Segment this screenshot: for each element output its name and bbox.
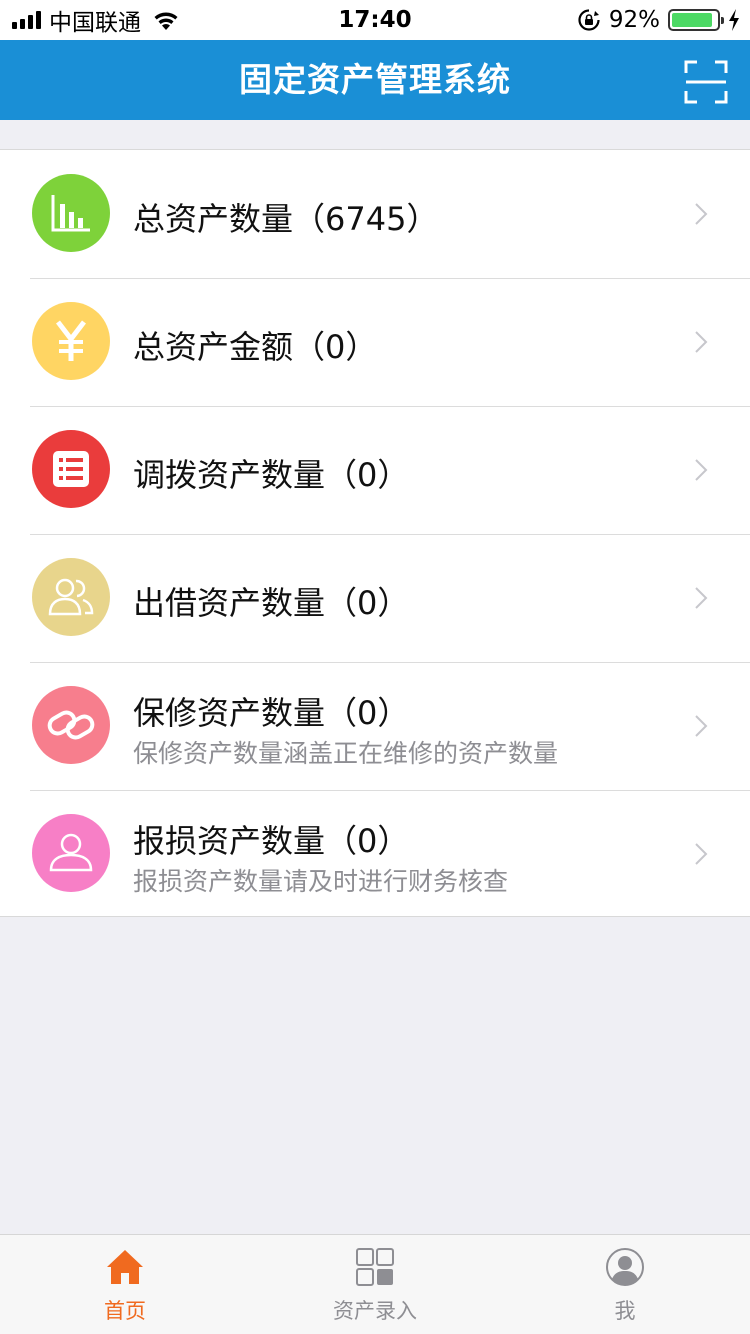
item-title: 总资产数量（6745） [133, 200, 439, 238]
grid-icon [356, 1248, 394, 1286]
asset-summary-list: 总资产数量（6745） 总资产金额（0） 调拨资产数量（0） 出借资产数量（0）… [0, 149, 750, 917]
profile-icon [606, 1248, 644, 1286]
list-item-lent-count[interactable]: 出借资产数量（0） [0, 534, 750, 662]
tab-label: 我 [614, 1299, 636, 1323]
status-right: 92% [577, 0, 740, 40]
tab-bar: 首页 资产录入 我 [0, 1234, 750, 1334]
item-subtitle: 保修资产数量涵盖正在维修的资产数量 [133, 739, 559, 768]
item-title: 总资产金额（0） [133, 328, 378, 366]
nav-bar: 固定资产管理系统 [0, 40, 750, 120]
user-icon [32, 814, 110, 892]
item-title: 报损资产数量（0） [133, 822, 410, 860]
battery-percent: 92% [608, 7, 660, 33]
app-screen: 中国联通 17:40 92% 固定资产管理系统 总资产数量（6745） 总资产金… [0, 0, 750, 1334]
list-icon [32, 430, 110, 508]
chevron-right-icon [695, 587, 708, 609]
list-item-transfer-count[interactable]: 调拨资产数量（0） [0, 406, 750, 534]
list-item-total-amount[interactable]: 总资产金额（0） [0, 278, 750, 406]
item-subtitle: 报损资产数量请及时进行财务核查 [133, 867, 509, 896]
charging-bolt-icon [729, 9, 739, 31]
item-title: 调拨资产数量（0） [133, 456, 410, 494]
link-icon [32, 686, 110, 764]
yuan-icon [32, 302, 110, 380]
chevron-right-icon [695, 459, 708, 481]
scan-icon[interactable] [684, 60, 728, 104]
chevron-right-icon [695, 331, 708, 353]
list-item-loss-count[interactable]: 报损资产数量（0） 报损资产数量请及时进行财务核查 [0, 790, 750, 918]
rotation-lock-icon [578, 9, 600, 31]
tab-me[interactable]: 我 [500, 1235, 750, 1334]
chevron-right-icon [695, 203, 708, 225]
tab-asset-entry[interactable]: 资产录入 [250, 1235, 500, 1334]
chevron-right-icon [695, 715, 708, 737]
item-title: 出借资产数量（0） [133, 584, 410, 622]
tab-label: 首页 [104, 1299, 146, 1323]
status-bar: 中国联通 17:40 92% [0, 0, 750, 40]
list-item-total-count[interactable]: 总资产数量（6745） [0, 150, 750, 278]
tab-label: 资产录入 [333, 1299, 417, 1323]
battery-icon [668, 9, 724, 31]
bar-chart-icon [32, 174, 110, 252]
users-icon [32, 558, 110, 636]
item-title: 保修资产数量（0） [133, 694, 410, 732]
page-title: 固定资产管理系统 [239, 60, 511, 99]
chevron-right-icon [695, 843, 708, 865]
list-item-repair-count[interactable]: 保修资产数量（0） 保修资产数量涵盖正在维修的资产数量 [0, 662, 750, 790]
tab-home[interactable]: 首页 [0, 1235, 250, 1334]
home-icon [107, 1250, 143, 1284]
